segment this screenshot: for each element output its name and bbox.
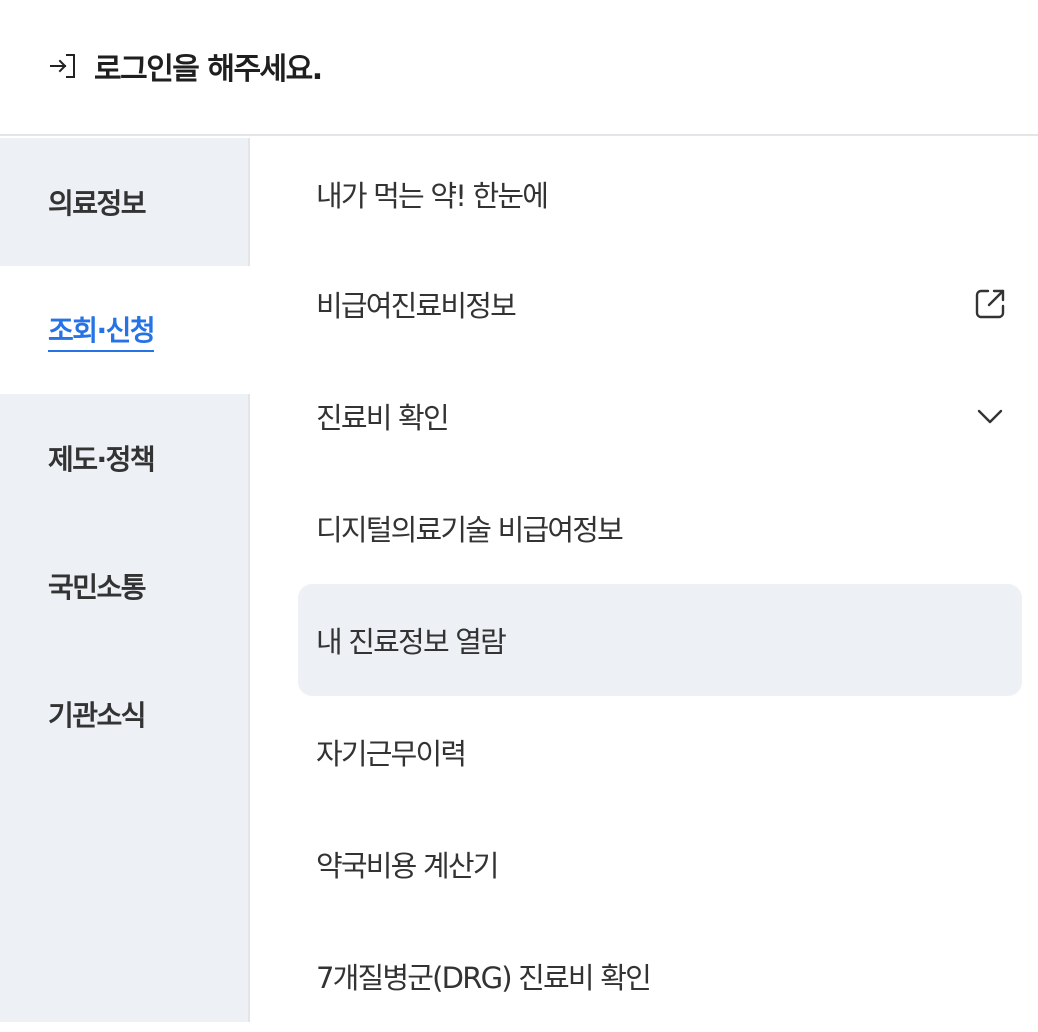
sidebar-item-public-communication[interactable]: 국민소통 — [0, 522, 248, 650]
sidebar-item-agency-news[interactable]: 기관소식 — [0, 650, 248, 778]
menu-item-medical-fee-check[interactable]: 진료비 확인 — [298, 360, 1022, 472]
header: 로그인을 해주세요. — [0, 0, 1038, 136]
sidebar-item-label: 의료정보 — [48, 187, 147, 220]
menu-item-label: 7개질병군(DRG) 진료비 확인 — [316, 961, 652, 995]
external-link-icon — [972, 286, 1008, 322]
sidebar-item-label: 국민소통 — [48, 571, 147, 604]
sidebar-item-inquiry-application[interactable]: 조회·신청 — [0, 266, 250, 394]
login-text: 로그인을 해주세요. — [94, 52, 323, 87]
sidebar-item-medical-info[interactable]: 의료정보 — [0, 138, 248, 266]
menu-item-my-medication[interactable]: 내가 먹는 약! 한눈에 — [298, 138, 1022, 250]
login-link[interactable]: 로그인을 해주세요. — [48, 44, 323, 88]
menu-item-label: 내가 먹는 약! 한눈에 — [316, 179, 549, 213]
menu-item-drg-fee-check[interactable]: 7개질병군(DRG) 진료비 확인 — [298, 920, 1022, 1032]
submenu: 내가 먹는 약! 한눈에 비급여진료비정보 진료비 확인 디지털의료기술 비급여… — [250, 138, 1038, 1022]
menu-item-label: 자기근무이력 — [316, 737, 467, 771]
menu-item-my-medical-records[interactable]: 내 진료정보 열람 — [298, 584, 1022, 696]
login-arrow-icon — [48, 51, 78, 81]
sidebar-item-label: 기관소식 — [48, 699, 147, 732]
menu-item-non-covered-fees[interactable]: 비급여진료비정보 — [298, 248, 1022, 360]
sidebar-item-system-policy[interactable]: 제도·정책 — [0, 394, 248, 522]
menu-item-label: 진료비 확인 — [316, 401, 450, 435]
sidebar-item-label: 제도·정책 — [48, 443, 156, 476]
menu-item-label: 비급여진료비정보 — [316, 289, 517, 323]
menu-item-digital-tech-non-covered[interactable]: 디지털의료기술 비급여정보 — [298, 472, 1022, 584]
menu-item-label: 내 진료정보 열람 — [316, 625, 507, 659]
sidebar-item-label: 조회·신청 — [48, 309, 156, 352]
menu-item-label: 디지털의료기술 비급여정보 — [316, 513, 624, 547]
menu-item-pharmacy-cost-calculator[interactable]: 약국비용 계산기 — [298, 808, 1022, 920]
sidebar-nav: 의료정보 조회·신청 제도·정책 국민소통 기관소식 — [0, 138, 250, 1022]
chevron-down-icon — [972, 398, 1008, 434]
menu-item-self-work-history[interactable]: 자기근무이력 — [298, 696, 1022, 808]
menu-item-label: 약국비용 계산기 — [316, 849, 499, 883]
